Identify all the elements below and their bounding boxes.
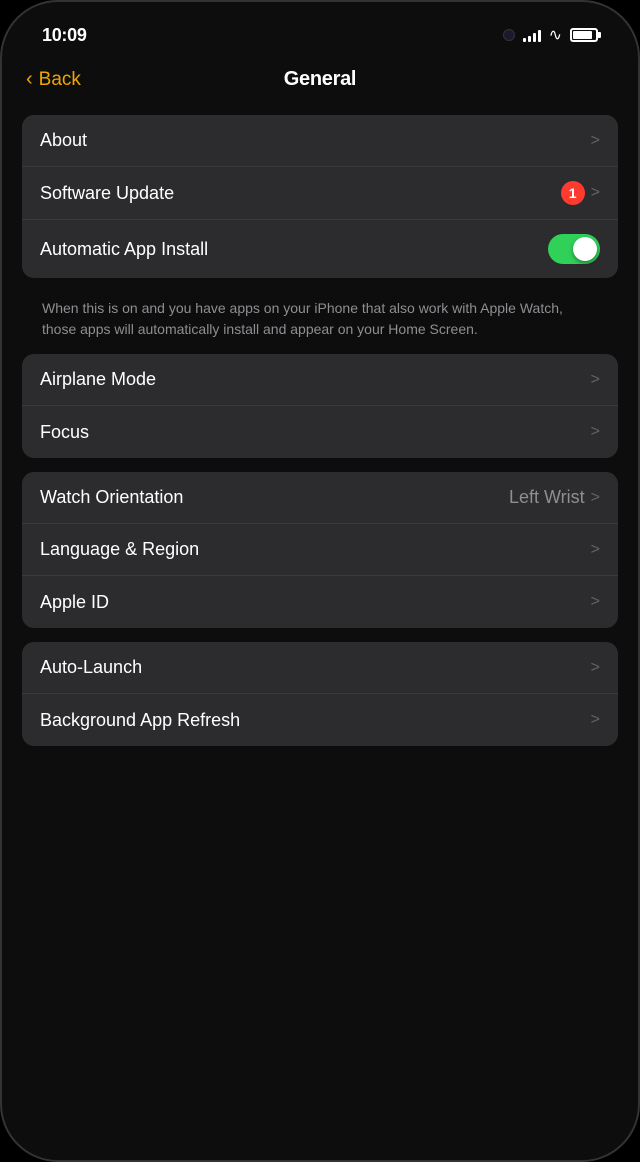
about-row-left: About [40, 130, 591, 151]
airplane-mode-chevron-icon: > [591, 371, 600, 389]
signal-bar-1 [523, 38, 526, 42]
watch-orientation-label: Watch Orientation [40, 487, 183, 508]
automatic-app-install-description: When this is on and you have apps on you… [22, 288, 618, 354]
apple-id-row-right: > [591, 593, 600, 611]
airplane-mode-label: Airplane Mode [40, 369, 156, 390]
group-watch-language-apple: Watch Orientation Left Wrist > Language … [22, 472, 618, 628]
focus-label: Focus [40, 422, 89, 443]
status-time: 10:09 [42, 25, 87, 46]
language-region-row[interactable]: Language & Region > [22, 524, 618, 576]
background-app-refresh-row-left: Background App Refresh [40, 710, 591, 731]
signal-bar-2 [528, 36, 531, 42]
software-update-row-right: 1 > [561, 181, 600, 205]
airplane-mode-row[interactable]: Airplane Mode > [22, 354, 618, 406]
group-about-software: About > Software Update 1 > Automatic Ap… [22, 115, 618, 278]
focus-row-right: > [591, 423, 600, 441]
status-icons: ∿ [503, 25, 598, 45]
nav-bar: ‹ Back General [2, 60, 638, 107]
battery-fill [573, 31, 592, 39]
auto-launch-row-right: > [591, 659, 600, 677]
auto-launch-row[interactable]: Auto-Launch > [22, 642, 618, 694]
background-app-refresh-row-right: > [591, 711, 600, 729]
watch-orientation-chevron-icon: > [591, 489, 600, 507]
group-autolaunch-refresh: Auto-Launch > Background App Refresh > [22, 642, 618, 746]
automatic-app-install-label: Automatic App Install [40, 239, 208, 260]
signal-bar-4 [538, 30, 541, 42]
software-update-chevron-icon: > [591, 184, 600, 202]
watch-orientation-row-right: Left Wrist > [509, 487, 600, 508]
apple-id-label: Apple ID [40, 592, 109, 613]
auto-launch-row-left: Auto-Launch [40, 657, 591, 678]
toggle-knob [573, 237, 597, 261]
software-update-label: Software Update [40, 183, 174, 204]
software-update-row-left: Software Update [40, 183, 561, 204]
language-region-row-right: > [591, 541, 600, 559]
apple-id-chevron-icon: > [591, 593, 600, 611]
language-region-chevron-icon: > [591, 541, 600, 559]
airplane-mode-row-left: Airplane Mode [40, 369, 591, 390]
language-region-row-left: Language & Region [40, 539, 591, 560]
wifi-icon: ∿ [549, 25, 562, 45]
signal-bars-icon [523, 28, 541, 42]
status-bar: 10:09 ∿ [2, 2, 638, 60]
settings-content: About > Software Update 1 > Automatic Ap… [2, 107, 638, 1160]
back-chevron-icon: ‹ [26, 68, 33, 91]
auto-launch-chevron-icon: > [591, 659, 600, 677]
group-airplane-focus: Airplane Mode > Focus > [22, 354, 618, 458]
phone-frame: 10:09 ∿ ‹ Back General [0, 0, 640, 1162]
background-app-refresh-chevron-icon: > [591, 711, 600, 729]
software-update-row[interactable]: Software Update 1 > [22, 167, 618, 220]
back-label: Back [39, 69, 81, 91]
automatic-app-install-row[interactable]: Automatic App Install [22, 220, 618, 278]
focus-row[interactable]: Focus > [22, 406, 618, 458]
back-button[interactable]: ‹ Back [26, 68, 81, 91]
focus-row-left: Focus [40, 422, 591, 443]
apple-id-row-left: Apple ID [40, 592, 591, 613]
automatic-app-install-toggle[interactable] [548, 234, 600, 264]
battery-icon [570, 28, 598, 42]
focus-chevron-icon: > [591, 423, 600, 441]
watch-orientation-row[interactable]: Watch Orientation Left Wrist > [22, 472, 618, 524]
page-title: General [284, 68, 356, 91]
signal-bar-3 [533, 33, 536, 42]
apple-id-row[interactable]: Apple ID > [22, 576, 618, 628]
software-update-badge: 1 [561, 181, 585, 205]
language-region-label: Language & Region [40, 539, 199, 560]
about-row-right: > [591, 132, 600, 150]
about-label: About [40, 130, 87, 151]
automatic-app-install-row-right [548, 234, 600, 264]
camera-indicator-icon [503, 29, 515, 41]
airplane-mode-row-right: > [591, 371, 600, 389]
background-app-refresh-row[interactable]: Background App Refresh > [22, 694, 618, 746]
automatic-app-install-row-left: Automatic App Install [40, 239, 548, 260]
about-chevron-icon: > [591, 132, 600, 150]
auto-launch-label: Auto-Launch [40, 657, 142, 678]
watch-orientation-value: Left Wrist [509, 487, 585, 508]
about-row[interactable]: About > [22, 115, 618, 167]
watch-orientation-row-left: Watch Orientation [40, 487, 509, 508]
background-app-refresh-label: Background App Refresh [40, 710, 240, 731]
